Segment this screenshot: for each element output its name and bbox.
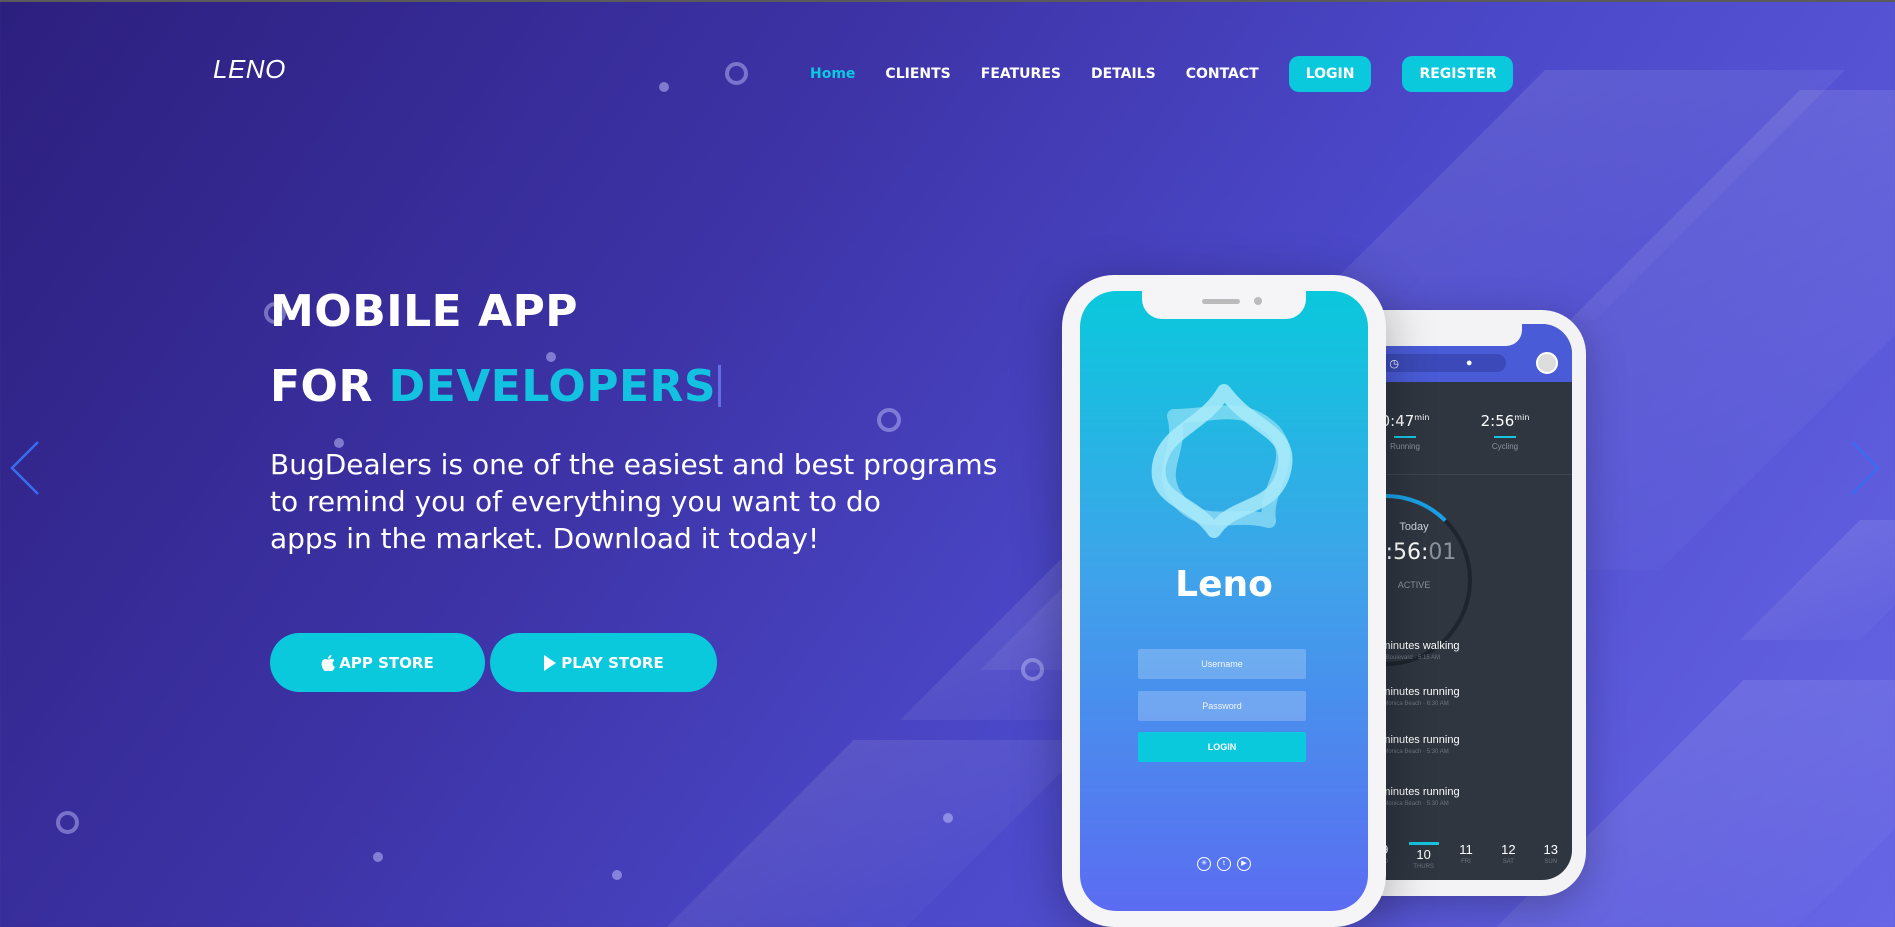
main-nav: Home CLIENTS FEATURES DETAILS CONTACT LO… (810, 56, 1544, 92)
hero-title-prefix: FOR (270, 361, 373, 412)
phone-mockup-login: Leno LOGIN ✳ t ▶ (1062, 275, 1386, 927)
activity-item: 45 minutes running Santa Monica Beach · … (1366, 686, 1460, 707)
hero-title-accent: DEVELOPERS (388, 361, 717, 412)
top-border (0, 0, 1895, 2)
star-logo-icon (1151, 384, 1293, 538)
play-icon (544, 654, 557, 671)
nav-details[interactable]: DETAILS (1091, 56, 1156, 92)
chevron-right-icon[interactable] (1848, 440, 1882, 496)
password-input[interactable] (1138, 691, 1306, 721)
day-item: 13 SUN (1543, 842, 1558, 865)
avatar (1536, 352, 1558, 374)
day-selector: 09WED 10THURS 11FRI 12SAT 13SUN (1356, 842, 1572, 870)
login-screen: Leno LOGIN ✳ t ▶ (1080, 291, 1368, 911)
activity-item: 55 minutes running Santa Monica Beach · … (1366, 734, 1460, 755)
twitter-icon[interactable]: t (1217, 857, 1231, 871)
drop-icon: ● (1465, 357, 1473, 369)
day-item: 11 FRI (1459, 842, 1473, 865)
hero-desc-line1: BugDealers is one of the easiest and bes… (270, 448, 998, 518)
username-input[interactable] (1138, 649, 1306, 679)
nav-features[interactable]: FEATURES (981, 56, 1061, 92)
activity-item: 21 minutes walking Venice Boulevard · 5:… (1366, 640, 1460, 661)
phone-notch (1366, 324, 1522, 346)
app-login-button[interactable]: LOGIN (1138, 732, 1306, 762)
dribbble-icon[interactable]: ✳ (1197, 857, 1211, 871)
youtube-icon[interactable]: ▶ (1237, 857, 1251, 871)
hero-title-line2: FOR DEVELOPERS (270, 361, 722, 412)
app-brand: Leno (1175, 564, 1273, 605)
day-item-selected: 10 THURS (1408, 842, 1439, 870)
hero-title-line1: MOBILE APP (270, 286, 579, 337)
login-button[interactable]: LOGIN (1288, 56, 1372, 92)
nav-clients[interactable]: CLIENTS (885, 56, 950, 92)
play-store-label: PLAY STORE (561, 653, 664, 672)
fitness-screen: ◷ ● 0:47min Running 2:56min Cycling Toda… (1356, 324, 1572, 880)
social-links: ✳ t ▶ (1080, 857, 1368, 871)
day-item: 12 SAT (1501, 842, 1516, 865)
app-store-label: APP STORE (339, 653, 434, 672)
nav-contact[interactable]: CONTACT (1186, 56, 1259, 92)
register-button[interactable]: REGISTER (1402, 56, 1514, 92)
hero-description: BugDealers is one of the easiest and bes… (270, 446, 1010, 557)
chevron-left-icon[interactable] (8, 440, 42, 496)
app-store-button[interactable]: APP STORE (270, 633, 485, 692)
play-store-button[interactable]: PLAY STORE (490, 633, 717, 692)
nav-home[interactable]: Home (810, 56, 855, 92)
stat-cycling: 2:56min Cycling (1480, 412, 1530, 451)
phone-notch (1142, 291, 1306, 319)
activity-item: 29 minutes running Santa Monica Beach · … (1366, 786, 1460, 807)
typing-cursor (718, 365, 722, 407)
divider (1356, 474, 1572, 475)
site-logo[interactable]: LENO (213, 54, 286, 85)
clock-icon: ◷ (1389, 357, 1400, 370)
hero-desc-line2: apps in the market. Download it today! (270, 522, 820, 555)
apple-icon (321, 654, 336, 671)
